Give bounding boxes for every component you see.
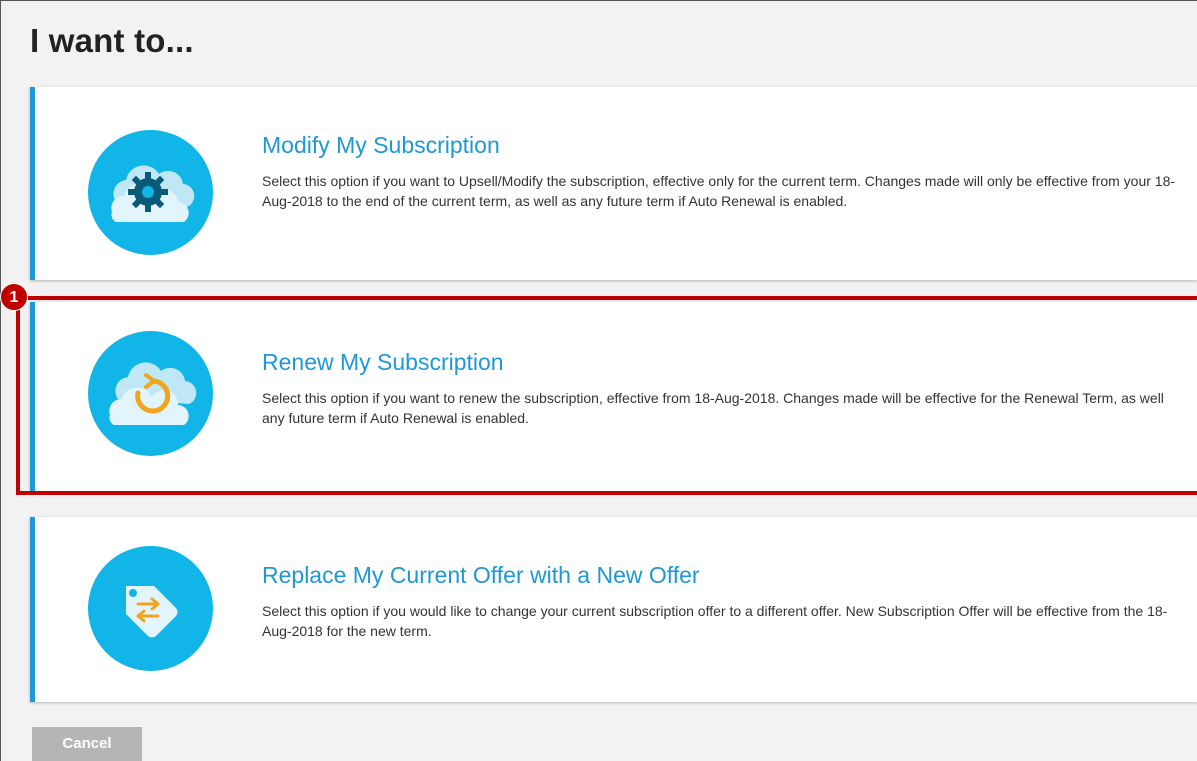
option-description: Select this option if you want to renew … <box>262 390 1164 426</box>
option-title[interactable]: Modify My Subscription <box>262 132 500 159</box>
option-description: Select this option if you would like to … <box>262 603 1168 639</box>
step-badge: 1 <box>0 283 28 311</box>
page-title: I want to... <box>30 22 194 59</box>
option-card-replace[interactable]: Replace My Current Offer with a New Offe… <box>30 517 1197 702</box>
tag-swap-icon <box>88 546 213 671</box>
option-title[interactable]: Replace My Current Offer with a New Offe… <box>262 562 700 589</box>
option-description: Select this option if you want to Upsell… <box>262 173 1176 209</box>
option-card-renew[interactable]: Renew My Subscription Select this option… <box>30 302 1197 491</box>
cloud-gear-icon <box>88 130 213 255</box>
option-title[interactable]: Renew My Subscription <box>262 349 504 376</box>
cancel-button[interactable]: Cancel <box>32 727 142 761</box>
option-card-modify[interactable]: Modify My Subscription Select this optio… <box>30 87 1197 280</box>
cloud-renew-icon <box>88 331 213 456</box>
